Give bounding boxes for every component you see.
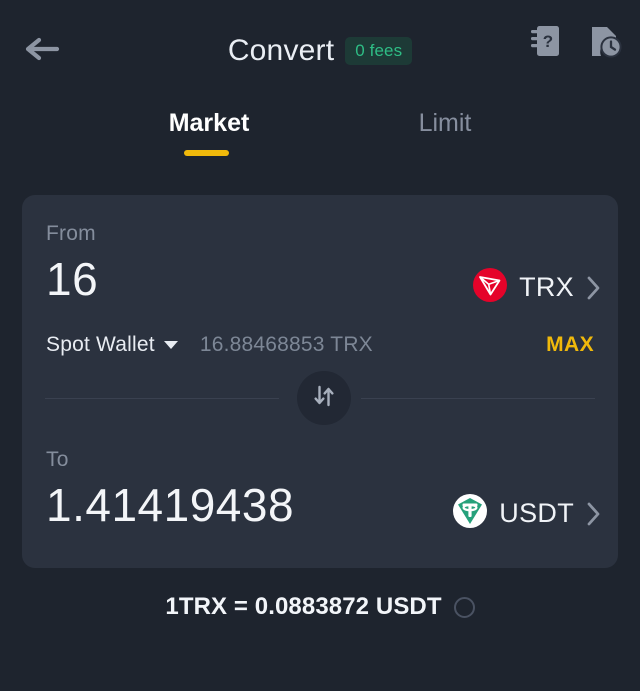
divider-right xyxy=(361,398,595,399)
trx-coin-icon xyxy=(473,268,508,307)
wallet-row: Spot Wallet 16.88468853 TRX MAX xyxy=(46,330,594,360)
caret-down-icon[interactable] xyxy=(163,341,178,349)
wallet-balance: 16.88468853 TRX xyxy=(199,333,373,356)
exchange-rate-text: 1TRX = 0.0883872 USDT xyxy=(165,593,442,620)
zero-fees-badge: 0 fees xyxy=(345,37,413,65)
header-actions: ? xyxy=(528,24,622,63)
convert-screen: Convert 0 fees ? Market Limit From 16 TR… xyxy=(0,0,640,691)
active-tab-indicator xyxy=(184,150,229,156)
chevron-right-icon xyxy=(586,275,602,301)
from-label: From xyxy=(46,222,96,245)
refresh-circle-icon[interactable] xyxy=(453,596,475,618)
max-button[interactable]: MAX xyxy=(546,333,594,357)
document-clock-icon xyxy=(588,24,622,63)
faq-button[interactable]: ? xyxy=(528,24,562,63)
chevron-right-icon xyxy=(586,501,602,527)
from-token-symbol: TRX xyxy=(519,272,574,302)
page-title: Convert xyxy=(227,34,335,67)
from-token-selector[interactable]: TRX xyxy=(473,268,602,307)
arrow-left-icon xyxy=(23,34,61,69)
tab-limit[interactable]: Limit xyxy=(345,100,545,146)
exchange-rate-row: 1TRX = 0.0883872 USDT xyxy=(0,590,640,624)
swap-direction-button[interactable] xyxy=(297,371,351,425)
tab-market[interactable]: Market xyxy=(120,100,298,146)
history-button[interactable] xyxy=(588,26,622,60)
convert-card: From 16 TRX Spot Wallet 16.88468853 TRX … xyxy=(22,195,618,568)
back-button[interactable] xyxy=(14,28,70,74)
faq-book-icon: ? xyxy=(529,24,561,63)
order-type-tabs: Market Limit xyxy=(0,100,640,162)
wallet-selector[interactable]: Spot Wallet xyxy=(46,333,155,357)
svg-text:?: ? xyxy=(543,32,553,51)
swap-vertical-icon xyxy=(311,383,337,414)
usdt-coin-icon xyxy=(453,494,488,533)
app-header: Convert 0 fees ? xyxy=(0,0,640,92)
to-token-selector[interactable]: USDT xyxy=(453,494,602,533)
from-amount-input[interactable]: 16 xyxy=(46,252,98,306)
to-amount-value[interactable]: 1.41419438 xyxy=(46,478,294,532)
to-label: To xyxy=(46,448,69,471)
divider-left xyxy=(45,398,279,399)
to-token-symbol: USDT xyxy=(499,498,574,528)
